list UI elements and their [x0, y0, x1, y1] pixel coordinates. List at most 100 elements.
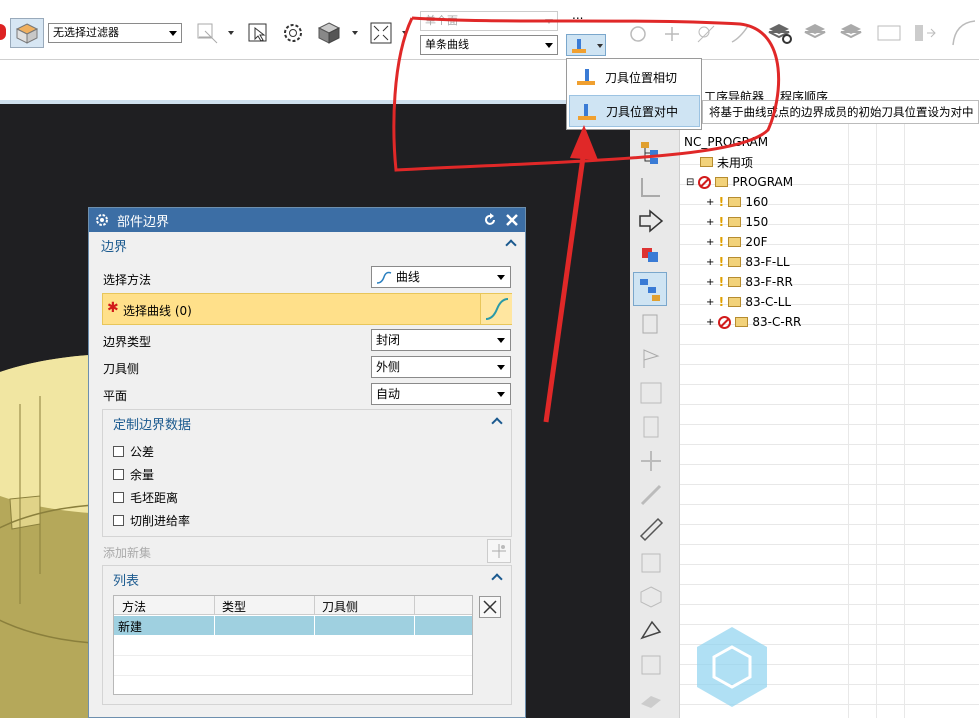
slab-icon[interactable] — [638, 686, 664, 712]
folder-icon — [735, 317, 749, 327]
flag-icon[interactable] — [638, 346, 664, 372]
select-curve-button[interactable] — [480, 294, 512, 324]
reset-icon[interactable] — [483, 213, 497, 227]
tree-item-150[interactable]: +! 150 — [706, 212, 768, 232]
tree-item-83-c-ll[interactable]: +! 83-C-LL — [706, 292, 791, 312]
col-header-method: 方法 — [122, 600, 147, 614]
plane-dropdown[interactable]: 自动 — [371, 383, 511, 405]
ruler-icon[interactable] — [638, 516, 664, 542]
secondary-bar — [0, 60, 630, 104]
geometry-icon[interactable] — [638, 242, 664, 268]
select-method-label: 选择方法 — [103, 273, 152, 287]
menu-item-tangent[interactable]: 刀具位置相切 — [569, 61, 700, 93]
rectangle-icon[interactable] — [876, 24, 902, 42]
tree-item-83-c-rr[interactable]: +83-C-RR — [706, 312, 801, 332]
select-curve-row[interactable]: ✱ 选择曲线 (0) — [102, 293, 512, 325]
machine-tool-icon[interactable] — [638, 174, 664, 200]
part-select-button[interactable] — [10, 18, 44, 48]
boundary-type-dropdown[interactable]: 封闭 — [371, 329, 511, 351]
snap-dropdown-arrow[interactable] — [228, 31, 234, 35]
tree-root[interactable]: NC_PROGRAM — [684, 132, 768, 152]
probe-icon[interactable] — [638, 482, 664, 508]
circle-icon[interactable] — [628, 24, 648, 44]
close-icon — [483, 600, 497, 614]
tool-side-label: 刀具侧 — [103, 362, 140, 376]
list-group: 列表 方法 类型 刀具侧 新建 — [102, 565, 512, 705]
select-method-value: 曲线 — [395, 270, 420, 284]
select-cursor-button[interactable] — [244, 20, 272, 46]
layer-copy-icon[interactable] — [802, 20, 830, 46]
render-dropdown-arrow[interactable] — [352, 31, 358, 35]
layer-edit-icon[interactable] — [838, 20, 866, 46]
settings-button[interactable] — [279, 20, 307, 46]
tooltip: 将基于曲线或点的边界成员的初始刀具位置设为对中 — [702, 100, 979, 124]
grid-icon[interactable] — [638, 380, 664, 406]
list-section-header[interactable]: 列表 — [103, 566, 511, 592]
move-icon[interactable] — [638, 448, 664, 474]
tool-side-dropdown[interactable]: 外侧 — [371, 356, 511, 378]
folder-icon — [728, 217, 742, 227]
line-circle-icon[interactable] — [696, 24, 716, 44]
tree-item-83-f-rr[interactable]: +! 83-F-RR — [706, 272, 793, 292]
stop-icon[interactable] — [0, 24, 6, 40]
table-row[interactable]: 新建 — [114, 616, 472, 635]
selection-filter-dropdown[interactable]: 无选择过滤器 — [48, 23, 182, 43]
page-icon[interactable] — [638, 414, 664, 440]
tree-item-83-f-ll[interactable]: +! 83-F-LL — [706, 252, 790, 272]
fit-dropdown-arrow[interactable] — [402, 31, 408, 35]
add-new-set-label: 添加新集 — [103, 546, 152, 560]
pattern-icon[interactable] — [638, 550, 664, 576]
required-asterisk: ✱ — [107, 300, 119, 316]
render-style-button[interactable] — [314, 20, 344, 46]
tool-position-button[interactable] — [566, 34, 606, 56]
tree-item-20f[interactable]: +! 20F — [706, 232, 768, 252]
scope-dropdown[interactable]: 单个面 — [420, 11, 558, 31]
tree-item-160[interactable]: +! 160 — [706, 192, 768, 212]
arrow-right-icon[interactable] — [638, 208, 664, 234]
blank-distance-checkbox[interactable]: 毛坯距离 — [113, 489, 178, 506]
box-icon[interactable] — [638, 584, 664, 610]
navigator-icon[interactable] — [638, 140, 664, 166]
arc-icon[interactable] — [950, 18, 978, 48]
tolerance-checkbox[interactable]: 公差 — [113, 443, 154, 460]
boundary-section-label: 边界 — [101, 239, 128, 255]
more-options[interactable]: ... — [572, 8, 583, 22]
menu-item-center[interactable]: 刀具位置对中 — [569, 95, 700, 127]
col-header-type: 类型 — [222, 600, 247, 614]
program-order-button[interactable] — [633, 272, 667, 306]
custom-section-header[interactable]: 定制边界数据 — [103, 410, 511, 436]
cone-icon[interactable] — [638, 618, 664, 644]
dialog-titlebar: 部件边界 — [89, 208, 525, 232]
curve-select-icon — [485, 298, 509, 320]
folder-icon — [728, 197, 742, 207]
tree-unused[interactable]: 未用项 — [700, 152, 753, 172]
part-boundary-dialog: 部件边界 边界 选择方法 曲线 ✱ 选择曲线 (0) 边界类型 封闭 刀具侧 外… — [88, 207, 526, 718]
delete-row-button[interactable] — [479, 596, 501, 618]
resource-bar — [630, 104, 680, 718]
select-method-dropdown[interactable]: 曲线 — [371, 266, 511, 288]
plus-icon[interactable] — [662, 24, 682, 44]
col-header-tool-side: 刀具侧 — [322, 600, 359, 614]
cylinder-arrow-icon[interactable] — [910, 20, 938, 46]
sheet-icon[interactable] — [638, 652, 664, 678]
boundary-section-header[interactable]: 边界 — [89, 232, 525, 258]
curve-rule-dropdown[interactable]: 单条曲线 — [420, 35, 558, 55]
stock-checkbox[interactable]: 余量 — [113, 466, 154, 483]
plane-value: 自动 — [376, 387, 401, 401]
folder-icon — [728, 297, 742, 307]
close-icon[interactable] — [505, 213, 519, 227]
boundary-type-label: 边界类型 — [103, 335, 152, 349]
curve-icon[interactable] — [730, 24, 750, 44]
document-icon[interactable] — [638, 312, 664, 338]
table-header: 方法 类型 刀具侧 — [114, 596, 472, 615]
fit-view-button[interactable] — [367, 20, 395, 46]
add-new-set-button[interactable] — [487, 539, 511, 563]
boundary-type-value: 封闭 — [376, 333, 401, 347]
cube-select-icon — [15, 23, 39, 44]
cut-feed-checkbox[interactable]: 切削进给率 — [113, 512, 190, 529]
select-curve-label: 选择曲线 (0) — [123, 304, 192, 318]
tree-program[interactable]: ⊟ PROGRAM — [686, 172, 793, 192]
layer-settings-icon[interactable] — [766, 20, 794, 46]
warning-icon: ! — [718, 275, 725, 289]
snap-point-button[interactable] — [193, 20, 221, 46]
